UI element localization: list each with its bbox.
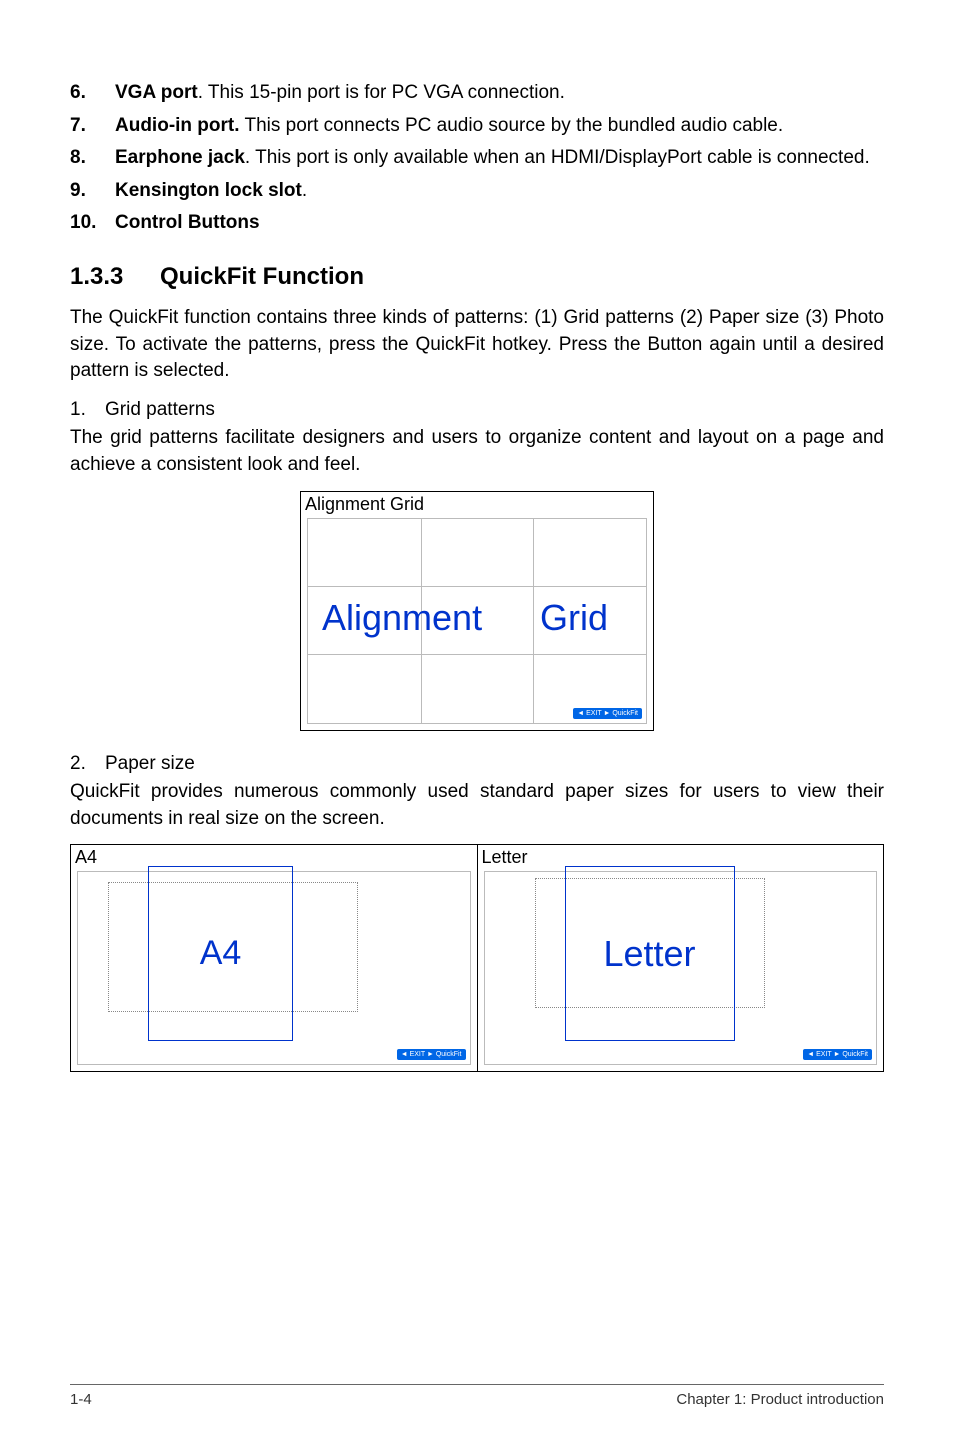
hint-badge: ◄ EXIT ► QuickFit <box>803 1049 872 1060</box>
list-body: VGA port. This 15-pin port is for PC VGA… <box>115 80 884 107</box>
list-title: Earphone jack <box>115 147 245 168</box>
numbered-list: 6. VGA port. This 15-pin port is for PC … <box>70 80 884 237</box>
list-title: VGA port <box>115 82 198 103</box>
list-number: 9. <box>70 178 115 205</box>
sublist-1: 1.Grid patterns <box>70 397 884 424</box>
page-footer: 1-4 Chapter 1: Product introduction <box>70 1384 884 1408</box>
list-number: 6. <box>70 80 115 107</box>
alignment-text-2: Grid <box>540 597 608 639</box>
alignment-figure-wrap: Alignment Grid Alignment Grid ◄ EXIT ► Q… <box>70 491 884 731</box>
list-title: Audio-in port. <box>115 115 240 136</box>
list-sep: . <box>302 180 307 201</box>
list-number: 8. <box>70 145 115 172</box>
list-desc: This 15-pin port is for PC VGA connectio… <box>208 82 565 103</box>
section-title: QuickFit Function <box>160 263 364 290</box>
intro-paragraph: The QuickFit function contains three kin… <box>70 305 884 385</box>
list-body: Kensington lock slot. <box>115 178 884 205</box>
list-item-6: 6. VGA port. This 15-pin port is for PC … <box>70 80 884 107</box>
paper-desc: QuickFit provides numerous commonly used… <box>70 779 884 832</box>
list-title: Kensington lock slot <box>115 180 302 201</box>
list-item-7: 7. Audio-in port. This port connects PC … <box>70 113 884 140</box>
list-body: Control Buttons <box>115 210 884 237</box>
list-body: Audio-in port. This port connects PC aud… <box>115 113 884 140</box>
list-desc: This port connects PC audio source by th… <box>244 115 783 136</box>
list-sep: . <box>245 147 255 168</box>
chapter-label: Chapter 1: Product introduction <box>676 1391 884 1408</box>
paper-figures-row: A4 A4 ◄ EXIT ► QuickFit Letter Letter ◄ … <box>70 844 884 1072</box>
list-sep: . <box>198 82 208 103</box>
section-number: 1.3.3 <box>70 263 160 291</box>
list-title: Control Buttons <box>115 212 260 233</box>
letter-area: Letter ◄ EXIT ► QuickFit <box>484 871 878 1065</box>
sublist-2: 2.Paper size <box>70 751 884 778</box>
a4-area: A4 ◄ EXIT ► QuickFit <box>77 871 471 1065</box>
list-item-9: 9. Kensington lock slot. <box>70 178 884 205</box>
alignment-grid-area: Alignment Grid ◄ EXIT ► QuickFit <box>307 518 647 724</box>
list-item-8: 8. Earphone jack. This port is only avai… <box>70 145 884 172</box>
alignment-figure-label: Alignment Grid <box>305 494 424 515</box>
letter-figure: Letter Letter ◄ EXIT ► QuickFit <box>478 844 885 1072</box>
hint-badge: ◄ EXIT ► QuickFit <box>397 1049 466 1060</box>
alignment-figure: Alignment Grid Alignment Grid ◄ EXIT ► Q… <box>300 491 654 731</box>
list-number: 10. <box>70 210 115 237</box>
page-number: 1-4 <box>70 1391 92 1408</box>
section-heading: 1.3.3QuickFit Function <box>70 263 884 291</box>
a4-figure-label: A4 <box>75 847 97 868</box>
a4-text: A4 <box>200 934 242 973</box>
list-item-10: 10. Control Buttons <box>70 210 884 237</box>
sublist-number: 1. <box>70 397 105 424</box>
list-body: Earphone jack. This port is only availab… <box>115 145 884 172</box>
letter-text: Letter <box>603 933 695 975</box>
sublist-number: 2. <box>70 751 105 778</box>
list-desc: This port is only available when an HDMI… <box>255 147 870 168</box>
a4-figure: A4 A4 ◄ EXIT ► QuickFit <box>70 844 478 1072</box>
grid-desc: The grid patterns facilitate designers a… <box>70 425 884 478</box>
sublist-title: Paper size <box>105 753 195 774</box>
letter-figure-label: Letter <box>482 847 528 868</box>
list-number: 7. <box>70 113 115 140</box>
sublist-title: Grid patterns <box>105 399 215 420</box>
alignment-text-1: Alignment <box>322 597 482 639</box>
hint-badge: ◄ EXIT ► QuickFit <box>573 708 642 719</box>
